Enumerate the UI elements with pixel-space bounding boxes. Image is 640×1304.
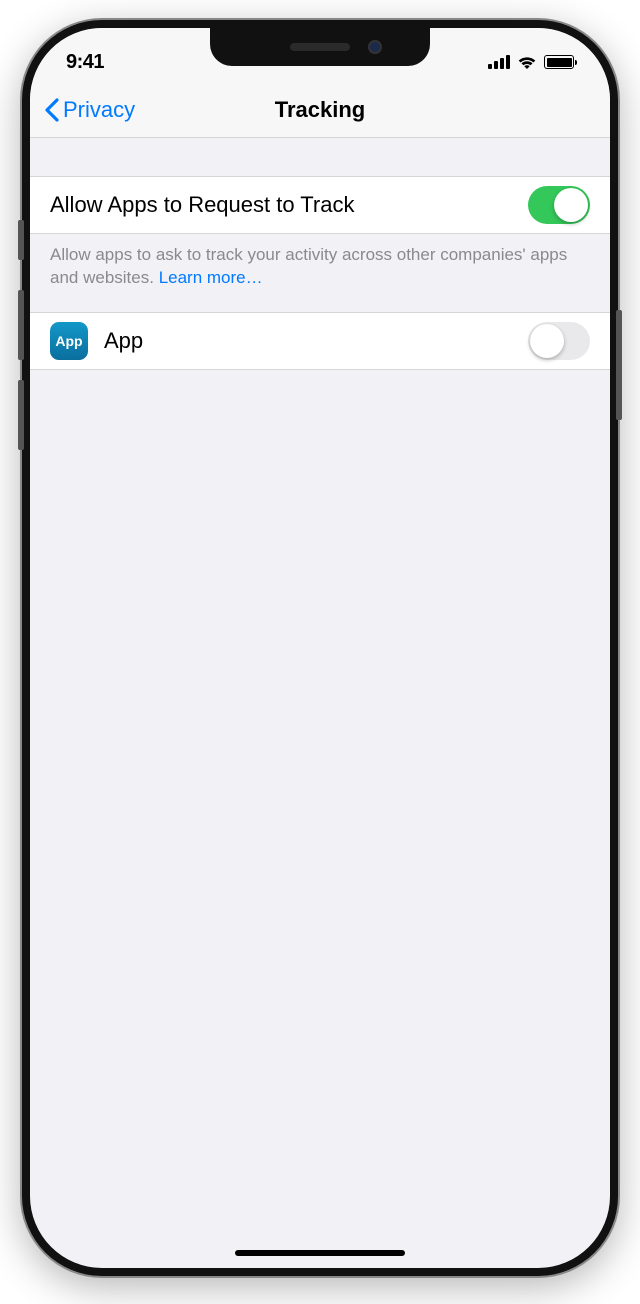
mute-switch	[18, 220, 24, 260]
wifi-icon	[517, 55, 537, 70]
chevron-left-icon	[44, 98, 59, 122]
allow-apps-request-track-toggle[interactable]	[528, 186, 590, 224]
power-button	[616, 310, 622, 420]
back-label: Privacy	[63, 97, 135, 123]
footer-text: Allow apps to ask to track your activity…	[50, 245, 567, 287]
page-title: Tracking	[275, 97, 365, 123]
app-tracking-toggle[interactable]	[528, 322, 590, 360]
app-icon-label: App	[55, 333, 82, 349]
notch	[210, 28, 430, 66]
app-icon: App	[50, 322, 88, 360]
navigation-bar: Privacy Tracking	[30, 82, 610, 138]
back-button[interactable]: Privacy	[44, 97, 135, 123]
device-frame: 9:41 Privacy	[22, 20, 618, 1276]
volume-down-button	[18, 380, 24, 450]
status-time: 9:41	[66, 51, 104, 74]
battery-icon	[544, 55, 574, 69]
allow-apps-request-track-label: Allow Apps to Request to Track	[50, 192, 528, 218]
settings-content: Allow Apps to Request to Track Allow app…	[30, 138, 610, 370]
app-name-label: App	[104, 328, 528, 354]
app-tracking-cell: App App	[30, 312, 610, 370]
home-indicator[interactable]	[235, 1250, 405, 1256]
volume-up-button	[18, 290, 24, 360]
section-footer: Allow apps to ask to track your activity…	[30, 234, 610, 312]
cellular-signal-icon	[488, 55, 510, 69]
learn-more-link[interactable]: Learn more…	[159, 268, 263, 287]
allow-apps-request-track-cell: Allow Apps to Request to Track	[30, 176, 610, 234]
